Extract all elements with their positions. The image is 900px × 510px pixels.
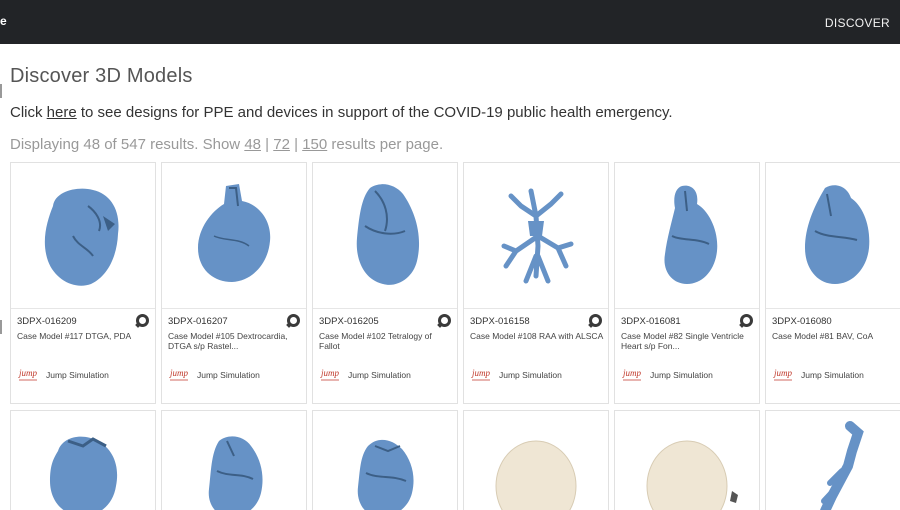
nav-discover-link[interactable]: DISCOVER: [825, 16, 890, 30]
model-card[interactable]: 3DPX-016209 Case Model #117 DTGA, PDA ju…: [10, 162, 156, 404]
card-divider: [162, 308, 306, 309]
author-name[interactable]: Jump Simulation: [46, 370, 109, 380]
author-logo-text: jump: [320, 368, 340, 378]
comment-icon: [740, 314, 753, 327]
model-thumbnail[interactable]: [766, 411, 900, 510]
author-name[interactable]: Jump Simulation: [499, 370, 562, 380]
heart-model-image: [50, 436, 117, 510]
comment-icon: [438, 314, 451, 327]
card-divider: [615, 308, 759, 309]
model-thumbnail[interactable]: [313, 163, 457, 308]
model-code[interactable]: 3DPX-016209: [17, 316, 77, 327]
results-count-text: Displaying 48 of 547 results. Show: [10, 136, 241, 153]
site-logo[interactable]: e: [0, 14, 7, 28]
heart-model-image: [198, 183, 271, 282]
author-name[interactable]: Jump Simulation: [197, 370, 260, 380]
model-card[interactable]: 3DPX-016158 Case Model #108 RAA with ALS…: [463, 162, 609, 404]
author-logo-text: jump: [18, 368, 38, 378]
per-page-48-link[interactable]: 48: [244, 136, 261, 153]
foot-bones-model-image: [820, 421, 864, 510]
model-code[interactable]: 3DPX-016158: [470, 316, 530, 327]
model-card[interactable]: 3DPX-016207 Case Model #105 Dextrocardia…: [161, 162, 307, 404]
author-logo-text: jump: [471, 368, 491, 378]
heart-model-image: [664, 185, 718, 284]
model-name[interactable]: Case Model #81 BAV, CoA: [772, 331, 900, 341]
jump-simulation-logo-icon: jump: [773, 368, 793, 381]
author-logo-text: jump: [773, 368, 793, 378]
model-name[interactable]: Case Model #105 Dextrocardia, DTGA s/p R…: [168, 331, 302, 351]
model-thumbnail[interactable]: [162, 411, 306, 510]
model-card[interactable]: [765, 410, 900, 510]
model-thumbnail[interactable]: [464, 163, 608, 308]
model-thumbnail[interactable]: [615, 411, 759, 510]
covid-designs-link[interactable]: here: [47, 104, 77, 121]
model-card[interactable]: [463, 410, 609, 510]
model-code[interactable]: 3DPX-016207: [168, 316, 228, 327]
heart-model-image: [208, 436, 263, 510]
model-code[interactable]: 3DPX-016205: [319, 316, 379, 327]
heart-model-image: [44, 188, 119, 286]
page-title: Discover 3D Models: [10, 65, 193, 87]
jump-simulation-logo-icon: jump: [320, 368, 340, 381]
model-card[interactable]: [312, 410, 458, 510]
model-name[interactable]: Case Model #108 RAA with ALSCA: [470, 331, 604, 341]
model-card[interactable]: [10, 410, 156, 510]
model-thumbnail[interactable]: [11, 163, 155, 308]
jump-simulation-logo-icon: jump: [622, 368, 642, 381]
results-per-page-text: results per page.: [331, 136, 444, 153]
card-divider: [313, 308, 457, 309]
model-code[interactable]: 3DPX-016081: [621, 316, 681, 327]
scroll-edge-marker: [0, 320, 2, 334]
model-code[interactable]: 3DPX-016080: [772, 316, 832, 327]
model-thumbnail[interactable]: [464, 411, 608, 510]
covid-notice: Click here to see designs for PPE and de…: [10, 104, 673, 121]
model-thumbnail[interactable]: [766, 163, 900, 308]
model-name[interactable]: Case Model #117 DTGA, PDA: [17, 331, 151, 341]
jump-simulation-logo-icon: jump: [169, 368, 189, 381]
skull-model-image: [646, 440, 738, 510]
results-summary: Displaying 48 of 547 results. Show 48 | …: [10, 136, 443, 153]
model-card[interactable]: [161, 410, 307, 510]
jump-simulation-logo-icon: jump: [18, 368, 38, 381]
per-page-150-link[interactable]: 150: [302, 136, 327, 153]
heart-model-image: [805, 184, 870, 284]
author-logo-text: jump: [169, 368, 189, 378]
author-name[interactable]: Jump Simulation: [801, 370, 864, 380]
model-card[interactable]: [614, 410, 760, 510]
model-card[interactable]: 3DPX-016205 Case Model #102 Tetralogy of…: [312, 162, 458, 404]
model-card[interactable]: 3DPX-016080 Case Model #81 BAV, CoA jump…: [765, 162, 900, 404]
heart-model-image: [356, 183, 420, 285]
comment-icon: [136, 314, 149, 327]
author-name[interactable]: Jump Simulation: [348, 370, 411, 380]
notice-suffix: to see designs for PPE and devices in su…: [80, 104, 673, 121]
notice-prefix: Click: [10, 104, 43, 121]
author-logo-text: jump: [622, 368, 642, 378]
per-page-separator: |: [265, 136, 270, 153]
comment-icon: [287, 314, 300, 327]
model-thumbnail[interactable]: [615, 163, 759, 308]
top-navbar: e DISCOVER: [0, 0, 900, 44]
card-divider: [464, 308, 608, 309]
model-thumbnail[interactable]: [313, 411, 457, 510]
model-thumbnail[interactable]: [162, 163, 306, 308]
model-thumbnail[interactable]: [11, 411, 155, 510]
card-divider: [766, 308, 900, 309]
skull-model-image: [495, 440, 577, 510]
per-page-separator: |: [294, 136, 299, 153]
heart-model-image: [357, 439, 414, 510]
per-page-72-link[interactable]: 72: [273, 136, 290, 153]
scroll-edge-marker: [0, 84, 2, 98]
model-name[interactable]: Case Model #102 Tetralogy of Fallot: [319, 331, 453, 351]
vessel-model-image: [501, 188, 574, 283]
card-divider: [11, 308, 155, 309]
comment-icon: [589, 314, 602, 327]
jump-simulation-logo-icon: jump: [471, 368, 491, 381]
model-card[interactable]: 3DPX-016081 Case Model #82 Single Ventri…: [614, 162, 760, 404]
model-name[interactable]: Case Model #82 Single Ventricle Heart s/…: [621, 331, 755, 351]
author-name[interactable]: Jump Simulation: [650, 370, 713, 380]
